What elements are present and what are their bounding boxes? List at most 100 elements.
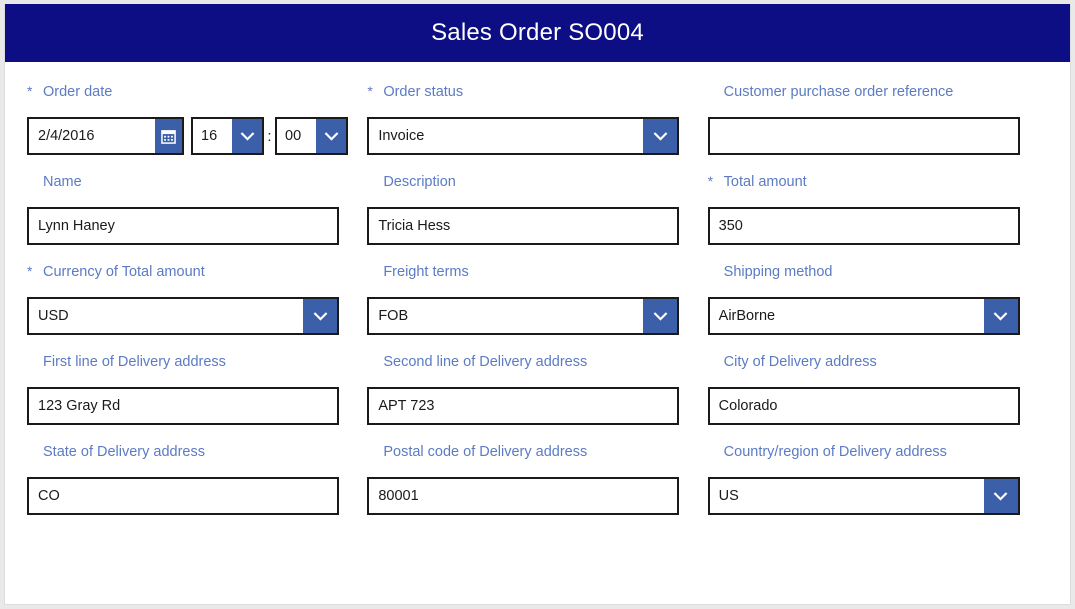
field-city-of-delivery-address: *City of Delivery address Colorado xyxy=(707,344,1048,434)
label-line-second-line-of-delivery-address: *Second line of Delivery address xyxy=(367,354,707,374)
shipping-method-dropdown[interactable]: AirBorne xyxy=(707,297,1020,335)
label-line-country-region-of-delivery-address: *Country/region of Delivery address xyxy=(708,444,1048,464)
description-input[interactable]: Tricia Hess xyxy=(367,207,680,245)
calendar-button[interactable] xyxy=(155,119,182,153)
field-label-total-amount: Total amount xyxy=(723,174,807,190)
postal-code-of-delivery-address-input[interactable]: 80001 xyxy=(367,477,680,515)
control-row-description: Tricia Hess xyxy=(367,207,707,245)
freight-terms-selected-value: FOB xyxy=(378,308,409,324)
shipping-method-selected-value: AirBorne xyxy=(718,308,776,324)
total-amount-input[interactable]: 350 xyxy=(707,207,1020,245)
label-line-first-line-of-delivery-address: *First line of Delivery address xyxy=(27,354,367,374)
field-state-of-delivery-address: *State of Delivery address CO xyxy=(27,434,367,524)
second-line-of-delivery-address-input[interactable]: APT 723 xyxy=(367,387,680,425)
country-region-of-delivery-address-dropdown[interactable]: US xyxy=(707,477,1020,515)
freight-terms-dropdown-toggle[interactable] xyxy=(643,299,678,333)
order-date-minute-dropdown-toggle[interactable] xyxy=(316,119,346,153)
label-line-city-of-delivery-address: *City of Delivery address xyxy=(708,354,1048,374)
order-date-hour-dropdown-toggle[interactable] xyxy=(232,119,262,153)
field-label-city-of-delivery-address: City of Delivery address xyxy=(723,354,877,370)
field-postal-code-of-delivery-address: *Postal code of Delivery address 80001 xyxy=(367,434,707,524)
field-total-amount: * Total amount 350 xyxy=(707,164,1048,254)
control-row-city-of-delivery-address: Colorado xyxy=(707,387,1048,425)
required-marker: * xyxy=(27,83,33,99)
order-date-minute-value: 00 xyxy=(285,128,302,144)
chevron-down-icon xyxy=(653,131,668,141)
chevron-down-icon xyxy=(993,311,1008,321)
label-line-currency-of-total-amount: * Currency of Total amount xyxy=(27,264,367,284)
form-body: * Order date 2/4/2016 16:00 * Order status Inv… xyxy=(5,62,1070,524)
field-label-customer-purchase-order-reference: Customer purchase order reference xyxy=(723,84,954,100)
field-label-state-of-delivery-address: State of Delivery address xyxy=(43,444,205,460)
field-order-date: * Order date 2/4/2016 16:00 xyxy=(27,74,367,164)
form-row: *Name Lynn Haney *Description Tricia Hess * T… xyxy=(27,164,1048,254)
calendar-icon xyxy=(161,129,176,144)
currency-of-total-amount-selected-value: USD xyxy=(38,308,69,324)
order-date-date-picker[interactable]: 2/4/2016 xyxy=(27,117,184,155)
page-title: Sales Order SO004 xyxy=(431,19,644,46)
field-label-second-line-of-delivery-address: Second line of Delivery address xyxy=(383,354,588,370)
field-shipping-method: *Shipping method AirBorne xyxy=(707,254,1048,344)
customer-purchase-order-reference-input[interactable] xyxy=(707,117,1020,155)
label-line-postal-code-of-delivery-address: *Postal code of Delivery address xyxy=(367,444,707,464)
control-row-customer-purchase-order-reference xyxy=(707,117,1048,155)
shipping-method-dropdown-toggle[interactable] xyxy=(983,299,1018,333)
order-status-dropdown[interactable]: Invoice xyxy=(367,117,680,155)
control-row-postal-code-of-delivery-address: 80001 xyxy=(367,477,707,515)
control-row-first-line-of-delivery-address: 123 Gray Rd xyxy=(27,387,367,425)
label-line-freight-terms: *Freight terms xyxy=(367,264,707,284)
field-label-currency-of-total-amount: Currency of Total amount xyxy=(43,264,205,280)
control-row-currency-of-total-amount: USD xyxy=(27,297,367,335)
label-line-name: *Name xyxy=(27,174,367,194)
control-row-state-of-delivery-address: CO xyxy=(27,477,367,515)
field-first-line-of-delivery-address: *First line of Delivery address 123 Gray … xyxy=(27,344,367,434)
first-line-of-delivery-address-input[interactable]: 123 Gray Rd xyxy=(27,387,339,425)
order-date-hour-value: 16 xyxy=(201,128,218,144)
field-label-name: Name xyxy=(43,174,82,190)
control-row-country-region-of-delivery-address: US xyxy=(707,477,1048,515)
field-label-order-date: Order date xyxy=(43,84,113,100)
label-line-customer-purchase-order-reference: *Customer purchase order reference xyxy=(708,84,1048,104)
currency-of-total-amount-dropdown[interactable]: USD xyxy=(27,297,339,335)
field-description: *Description Tricia Hess xyxy=(367,164,707,254)
order-status-dropdown-toggle[interactable] xyxy=(643,119,678,153)
control-row-name: Lynn Haney xyxy=(27,207,367,245)
order-date-hour-select[interactable]: 16 xyxy=(191,117,264,155)
form-row: * Order date 2/4/2016 16:00 * Order status Inv… xyxy=(27,74,1048,164)
time-separator: : xyxy=(267,127,272,145)
field-label-shipping-method: Shipping method xyxy=(723,264,833,280)
country-region-of-delivery-address-selected-value: US xyxy=(718,488,739,504)
label-line-total-amount: * Total amount xyxy=(708,174,1048,194)
field-label-first-line-of-delivery-address: First line of Delivery address xyxy=(43,354,226,370)
control-row-order-status: Invoice xyxy=(367,117,707,155)
name-input[interactable]: Lynn Haney xyxy=(27,207,339,245)
form-panel: Sales Order SO004 * Order date 2/4/2016 16:… xyxy=(4,4,1071,605)
order-date-date-input[interactable]: 2/4/2016 xyxy=(29,119,155,153)
field-currency-of-total-amount: * Currency of Total amount USD xyxy=(27,254,367,344)
form-row: *First line of Delivery address 123 Gray … xyxy=(27,344,1048,434)
control-row-total-amount: 350 xyxy=(707,207,1048,245)
form-title-bar: Sales Order SO004 xyxy=(5,4,1070,62)
field-country-region-of-delivery-address: *Country/region of Delivery address US xyxy=(707,434,1048,524)
required-marker: * xyxy=(367,83,373,99)
label-line-shipping-method: *Shipping method xyxy=(708,264,1048,284)
sales-order-form-page: Sales Order SO004 * Order date 2/4/2016 16:… xyxy=(0,0,1075,609)
control-row-order-date: 2/4/2016 16:00 xyxy=(27,117,367,155)
chevron-down-icon xyxy=(324,131,338,141)
label-line-order-status: * Order status xyxy=(367,84,707,104)
field-second-line-of-delivery-address: *Second line of Delivery address APT 723 xyxy=(367,344,707,434)
currency-of-total-amount-dropdown-toggle[interactable] xyxy=(303,299,337,333)
control-row-shipping-method: AirBorne xyxy=(707,297,1048,335)
order-date-minute-select[interactable]: 00 xyxy=(275,117,348,155)
control-row-second-line-of-delivery-address: APT 723 xyxy=(367,387,707,425)
country-region-of-delivery-address-dropdown-toggle[interactable] xyxy=(983,479,1018,513)
chevron-down-icon xyxy=(240,131,254,141)
label-line-description: *Description xyxy=(367,174,707,194)
state-of-delivery-address-input[interactable]: CO xyxy=(27,477,339,515)
form-row: *State of Delivery address CO *Postal code… xyxy=(27,434,1048,524)
city-of-delivery-address-input[interactable]: Colorado xyxy=(707,387,1020,425)
required-marker: * xyxy=(707,173,714,189)
freight-terms-dropdown[interactable]: FOB xyxy=(367,297,680,335)
form-row: * Currency of Total amount USD *Freight ter… xyxy=(27,254,1048,344)
field-label-country-region-of-delivery-address: Country/region of Delivery address xyxy=(723,444,947,460)
